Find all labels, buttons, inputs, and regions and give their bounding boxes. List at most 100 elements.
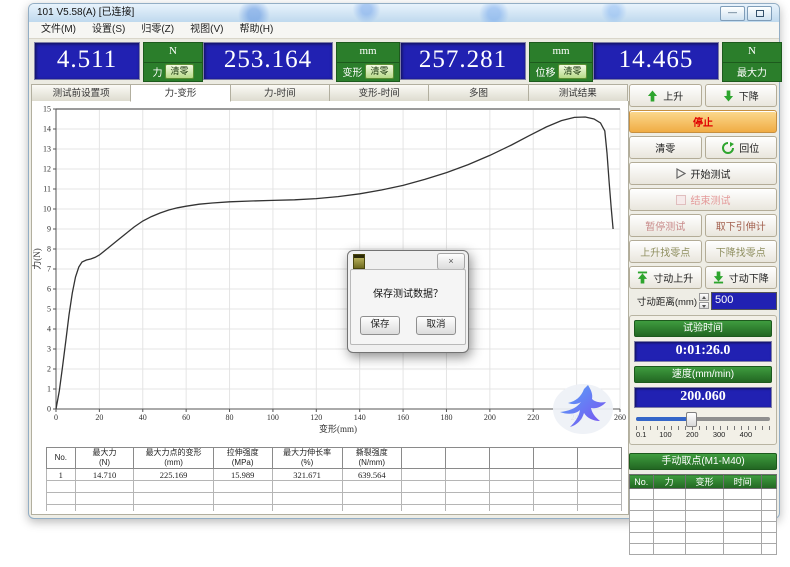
results-col-header: 最大力伸长率(%) — [272, 448, 342, 469]
manual-col-header — [762, 475, 777, 489]
svg-text:7: 7 — [47, 265, 51, 274]
results-table-wrap: No.最大力(N)最大力点的变形(mm)拉伸强度(MPa)最大力伸长率(%)撕裂… — [46, 447, 622, 511]
end-test-label: 结束测试 — [691, 192, 731, 207]
speed-slider[interactable] — [636, 412, 770, 425]
svg-text:0: 0 — [54, 413, 58, 422]
svg-text:13: 13 — [43, 145, 51, 154]
slider-thumb[interactable] — [686, 412, 697, 427]
results-row[interactable]: 114.710225.16915.989321.671639.564 — [47, 469, 622, 481]
displacement-clear-button[interactable]: 清零 — [558, 64, 586, 79]
curve-力-变形 — [56, 117, 613, 409]
manual-points-header: 手动取点(M1-M40) — [629, 453, 777, 470]
svg-text:3: 3 — [47, 345, 51, 354]
deformation-clear-button[interactable]: 清零 — [365, 64, 393, 79]
return-button[interactable]: 回位 — [705, 136, 778, 159]
down-button-label: 下降 — [739, 88, 759, 103]
crosshead-down-button[interactable]: 下降 — [705, 84, 778, 107]
deformation-value-display: 253.164 — [203, 42, 333, 80]
manual-points-table[interactable]: No.力变形时间 — [629, 474, 777, 555]
results-col-header-empty — [445, 448, 489, 469]
deformation-unit-box: mm 变形 清零 — [336, 42, 400, 82]
save-dialog-titlebar: × — [350, 253, 466, 269]
deformation-readout-group: 253.164 mm 变形 清零 — [203, 42, 400, 82]
down-arrow-icon — [723, 90, 734, 102]
tab-deformation-time[interactable]: 变形-时间 — [329, 84, 429, 102]
tab-force-time[interactable]: 力-时间 — [230, 84, 330, 102]
force-label: 力 — [152, 64, 162, 79]
slider-tick-300: 300 — [713, 430, 726, 439]
svg-text:4: 4 — [47, 325, 51, 334]
displacement-unit-box: mm 位移 清零 — [529, 42, 593, 82]
svg-text:220: 220 — [527, 413, 539, 422]
displacement-value-display: 257.281 — [400, 42, 526, 80]
tab-multi-chart[interactable]: 多图 — [428, 84, 528, 102]
jog-distance-input[interactable]: 500 — [711, 292, 777, 310]
results-row-empty — [47, 493, 622, 505]
stop-button[interactable]: 停止 — [629, 110, 777, 133]
svg-text:140: 140 — [354, 413, 366, 422]
svg-text:1: 1 — [47, 385, 51, 394]
jog-down-icon — [713, 271, 724, 284]
up-button-label: 上升 — [663, 88, 683, 103]
menubar: 文件(M) 设置(S) 归零(Z) 视图(V) 帮助(H) — [29, 22, 779, 39]
manual-row-empty — [630, 511, 777, 522]
results-col-header-empty — [489, 448, 533, 469]
jog-down-button[interactable]: 寸动下降 — [705, 266, 778, 289]
zero-button[interactable]: 清零 — [629, 136, 702, 159]
slider-tick-100: 100 — [659, 430, 672, 439]
displacement-readout-group: 257.281 mm 位移 清零 — [400, 42, 593, 82]
menu-zero[interactable]: 归零(Z) — [133, 22, 182, 38]
maxforce-readout-group: 14.465 N 最大力 — [593, 42, 782, 82]
save-dialog-body: 保存测试数据？ 保存 取消 — [350, 269, 466, 345]
force-unit-box: N 力 清零 — [143, 42, 203, 82]
results-col-header: 撕裂强度(N/mm) — [342, 448, 401, 469]
dialog-close-button[interactable]: × — [437, 253, 465, 270]
results-table[interactable]: No.最大力(N)最大力点的变形(mm)拉伸强度(MPa)最大力伸长率(%)撕裂… — [46, 447, 622, 511]
pause-test-button[interactable]: 暂停测试 — [629, 214, 702, 237]
stepper-up-icon[interactable] — [699, 293, 709, 301]
menu-settings[interactable]: 设置(S) — [84, 22, 133, 38]
test-time-display: 0:01:26.0 — [634, 341, 772, 362]
stepper-down-icon[interactable] — [699, 302, 709, 310]
titlebar: 101 V5.58(A) [已连接] — — [29, 4, 779, 22]
jog-up-label: 寸动上升 — [653, 270, 693, 285]
tabstrip: 测试前设置项 力-变形 力-时间 变形-时间 多图 测试结果 — [31, 84, 627, 102]
menu-help[interactable]: 帮助(H) — [231, 22, 281, 38]
speed-header: 速度(mm/min) — [634, 366, 772, 383]
start-test-button[interactable]: 开始测试 — [629, 162, 777, 185]
svg-text:20: 20 — [95, 413, 103, 422]
save-dialog-message: 保存测试数据？ — [351, 285, 465, 300]
menu-file[interactable]: 文件(M) — [33, 22, 84, 38]
window-controls: — — [720, 6, 772, 21]
svg-text:15: 15 — [43, 105, 51, 114]
jog-distance-stepper[interactable] — [699, 293, 709, 309]
start-test-label: 开始测试 — [691, 166, 731, 181]
svg-text:6: 6 — [47, 285, 51, 294]
slider-tick-0: 0.1 — [636, 430, 646, 439]
descend-find-zero-button[interactable]: 下降找零点 — [705, 240, 778, 263]
svg-text:10: 10 — [43, 205, 51, 214]
deformation-unit: mm — [337, 43, 399, 63]
maximize-button[interactable] — [747, 6, 772, 21]
tab-test-results[interactable]: 测试结果 — [528, 84, 628, 102]
jog-down-label: 寸动下降 — [729, 270, 769, 285]
force-clear-button[interactable]: 清零 — [165, 64, 193, 79]
svg-text:力(N): 力(N) — [32, 248, 42, 270]
tab-force-deformation[interactable]: 力-变形 — [130, 84, 230, 102]
save-button[interactable]: 保存 — [360, 316, 400, 335]
slider-tick-200: 200 — [686, 430, 699, 439]
svg-text:变形(mm): 变形(mm) — [319, 423, 357, 434]
minimize-button[interactable]: — — [720, 6, 745, 21]
menu-view[interactable]: 视图(V) — [182, 22, 231, 38]
jog-up-button[interactable]: 寸动上升 — [629, 266, 702, 289]
rise-find-zero-button[interactable]: 上升找零点 — [629, 240, 702, 263]
end-test-button[interactable]: 结束测试 — [629, 188, 777, 211]
play-icon — [676, 168, 686, 179]
cancel-button[interactable]: 取消 — [416, 316, 456, 335]
tab-pretest-settings[interactable]: 测试前设置项 — [31, 84, 131, 102]
remove-extensometer-button[interactable]: 取下引伸计 — [705, 214, 778, 237]
results-row-empty — [47, 481, 622, 493]
crosshead-up-button[interactable]: 上升 — [629, 84, 702, 107]
manual-col-header: No. — [630, 475, 654, 489]
slider-tick-labels: 0.1 100 200 300 400 — [636, 430, 770, 440]
